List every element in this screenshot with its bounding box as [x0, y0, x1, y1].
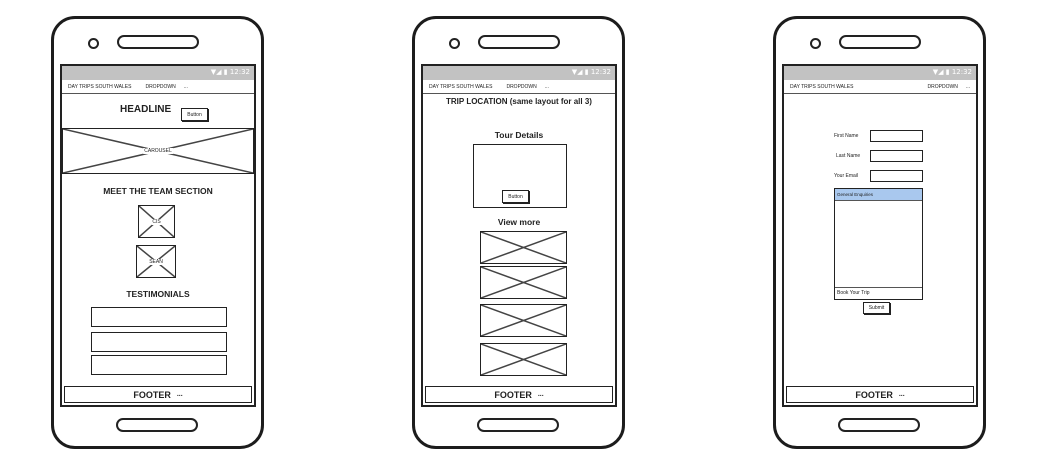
- nav-brand[interactable]: DAY TRIPS SOUTH WALES: [68, 84, 131, 90]
- testimonials-heading: TESTIMONIALS: [126, 289, 190, 299]
- navbar: DAY TRIPS SOUTH WALES DROPDOWN ...: [62, 80, 254, 94]
- status-bar: ▼◢ ▮ 12:32: [62, 66, 254, 80]
- submit-button[interactable]: Submit: [863, 302, 890, 314]
- navbar: DAY TRIPS SOUTH WALES DROPDOWN ...: [423, 80, 615, 94]
- testimonial-box: [91, 307, 227, 327]
- navbar: DAY TRIPS SOUTH WALES DROPDOWN ...: [784, 80, 976, 94]
- footer-label: FOOTER: [855, 389, 893, 400]
- testimonial-box: [91, 355, 227, 375]
- home-button-icon: [477, 418, 559, 432]
- selected-option[interactable]: General Enquiries: [835, 189, 922, 201]
- footer: FOOTER ...: [786, 386, 974, 403]
- contact-screen: ▼◢ ▮ 12:32 DAY TRIPS SOUTH WALES DROPDOW…: [782, 64, 978, 407]
- footer-more: ...: [898, 391, 905, 398]
- team-member-image: SEAN: [136, 245, 176, 278]
- team-member-name: SEAN: [148, 258, 164, 265]
- speaker-icon: [117, 35, 199, 49]
- trip-location-title: TRIP LOCATION (same layout for all 3): [446, 97, 592, 106]
- status-bar: ▼◢ ▮ 12:32: [423, 66, 615, 80]
- enquiry-select-list[interactable]: General Enquiries Book Your Trip: [834, 188, 923, 300]
- phone-mockup-trip: ▼◢ ▮ 12:32 DAY TRIPS SOUTH WALES DROPDOW…: [412, 16, 625, 449]
- carousel[interactable]: CAROUSEL: [62, 128, 254, 174]
- footer: FOOTER ...: [64, 386, 252, 403]
- view-more-heading: View more: [497, 217, 541, 227]
- headline: HEADLINE: [120, 104, 172, 115]
- tour-button[interactable]: Button: [502, 190, 529, 203]
- speaker-icon: [839, 35, 921, 49]
- headline-button[interactable]: Button: [181, 108, 208, 121]
- first-name-label: First Name: [834, 133, 859, 139]
- nav-brand[interactable]: DAY TRIPS SOUTH WALES: [790, 84, 853, 90]
- nav-dropdown[interactable]: DROPDOWN: [928, 84, 958, 90]
- home-button-icon: [838, 418, 920, 432]
- tour-details-heading: Tour Details: [494, 130, 544, 140]
- nav-dropdown[interactable]: DROPDOWN: [506, 84, 536, 90]
- last-name-field[interactable]: [870, 150, 923, 162]
- status-icons: ▼◢ ▮ 12:32: [571, 68, 611, 76]
- email-label: Your Email: [834, 173, 858, 179]
- team-member-name: CIS: [151, 218, 162, 225]
- status-icons: ▼◢ ▮ 12:32: [210, 68, 250, 76]
- trip-image[interactable]: [480, 231, 567, 264]
- trip-image[interactable]: [480, 343, 567, 376]
- nav-more[interactable]: ...: [545, 84, 549, 90]
- footer-more: ...: [176, 391, 183, 398]
- trip-screen: ▼◢ ▮ 12:32 DAY TRIPS SOUTH WALES DROPDOW…: [421, 64, 617, 407]
- camera-icon: [88, 38, 99, 49]
- nav-more[interactable]: ...: [184, 84, 188, 90]
- nav-dropdown[interactable]: DROPDOWN: [145, 84, 175, 90]
- email-field[interactable]: [870, 170, 923, 182]
- first-name-field[interactable]: [870, 130, 923, 142]
- last-name-label: Last Name: [836, 153, 861, 159]
- status-icons: ▼◢ ▮ 12:32: [932, 68, 972, 76]
- phone-mockup-home: ▼◢ ▮ 12:32 DAY TRIPS SOUTH WALES DROPDOW…: [51, 16, 264, 449]
- footer: FOOTER ...: [425, 386, 613, 403]
- carousel-label: CAROUSEL: [143, 148, 173, 154]
- nav-brand[interactable]: DAY TRIPS SOUTH WALES: [429, 84, 492, 90]
- footer-label: FOOTER: [494, 389, 532, 400]
- status-bar: ▼◢ ▮ 12:32: [784, 66, 976, 80]
- camera-icon: [810, 38, 821, 49]
- phone-mockup-contact: ▼◢ ▮ 12:32 DAY TRIPS SOUTH WALES DROPDOW…: [773, 16, 986, 449]
- team-heading: MEET THE TEAM SECTION: [103, 186, 213, 196]
- home-screen: ▼◢ ▮ 12:32 DAY TRIPS SOUTH WALES DROPDOW…: [60, 64, 256, 407]
- footer-more: ...: [537, 391, 544, 398]
- camera-icon: [449, 38, 460, 49]
- footer-label: FOOTER: [133, 389, 171, 400]
- book-trip-option[interactable]: Book Your Trip: [835, 287, 922, 299]
- nav-more[interactable]: ...: [966, 84, 970, 90]
- team-member-image: CIS: [138, 205, 175, 238]
- trip-image[interactable]: [480, 304, 567, 337]
- testimonial-box: [91, 332, 227, 352]
- home-button-icon: [116, 418, 198, 432]
- speaker-icon: [478, 35, 560, 49]
- trip-image[interactable]: [480, 266, 567, 299]
